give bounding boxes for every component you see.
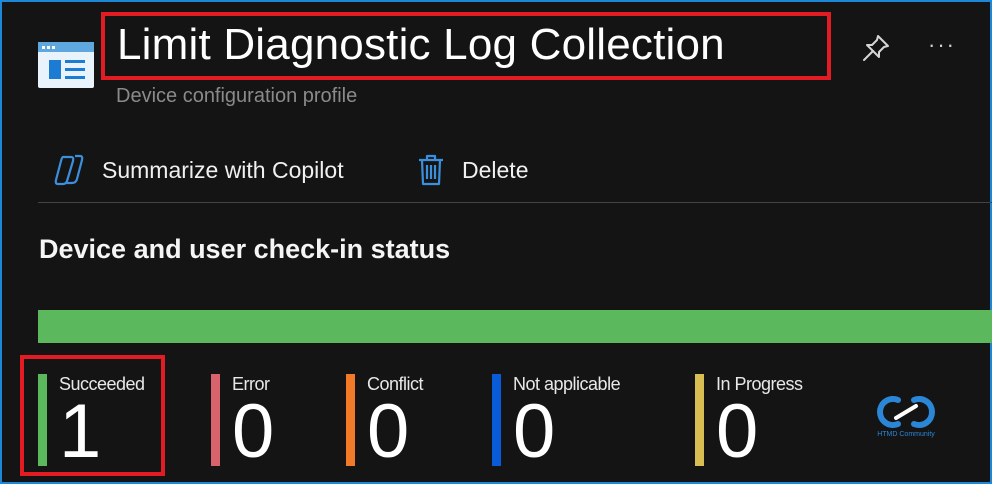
copilot-icon: [54, 154, 84, 186]
stat-error-bar: [211, 374, 220, 466]
checkin-status-bar: [38, 310, 992, 343]
checkin-status-bar-fill: [38, 310, 992, 343]
stat-succeeded-bar: [38, 374, 47, 466]
page-title: Limit Diagnostic Log Collection: [117, 20, 725, 69]
stat-succeeded-value: 1: [59, 389, 102, 474]
toolbar-divider: [38, 202, 992, 203]
pin-icon[interactable]: [860, 32, 892, 64]
stat-conflict-value: 0: [367, 389, 410, 474]
stat-not-applicable-value: 0: [513, 389, 556, 474]
more-options-button[interactable]: ···: [928, 30, 956, 60]
trash-icon: [419, 154, 443, 186]
config-profile-icon: [38, 42, 94, 88]
watermark-text: HTMD Community: [877, 431, 935, 438]
page-subtitle: Device configuration profile: [116, 85, 358, 107]
stat-not-applicable-bar: [492, 374, 501, 466]
copilot-label: Summarize with Copilot: [102, 156, 344, 183]
stat-in-progress-value: 0: [716, 389, 759, 474]
delete-button[interactable]: Delete: [416, 150, 528, 190]
stat-conflict-bar: [346, 374, 355, 466]
checkin-status-heading: Device and user check-in status: [39, 234, 451, 264]
app-frame: Limit Diagnostic Log Collection Device c…: [0, 0, 992, 484]
summarize-with-copilot-button[interactable]: Summarize with Copilot: [52, 150, 344, 190]
delete-label: Delete: [462, 156, 529, 183]
stat-in-progress-bar: [695, 374, 704, 466]
stat-error-value: 0: [232, 389, 275, 474]
